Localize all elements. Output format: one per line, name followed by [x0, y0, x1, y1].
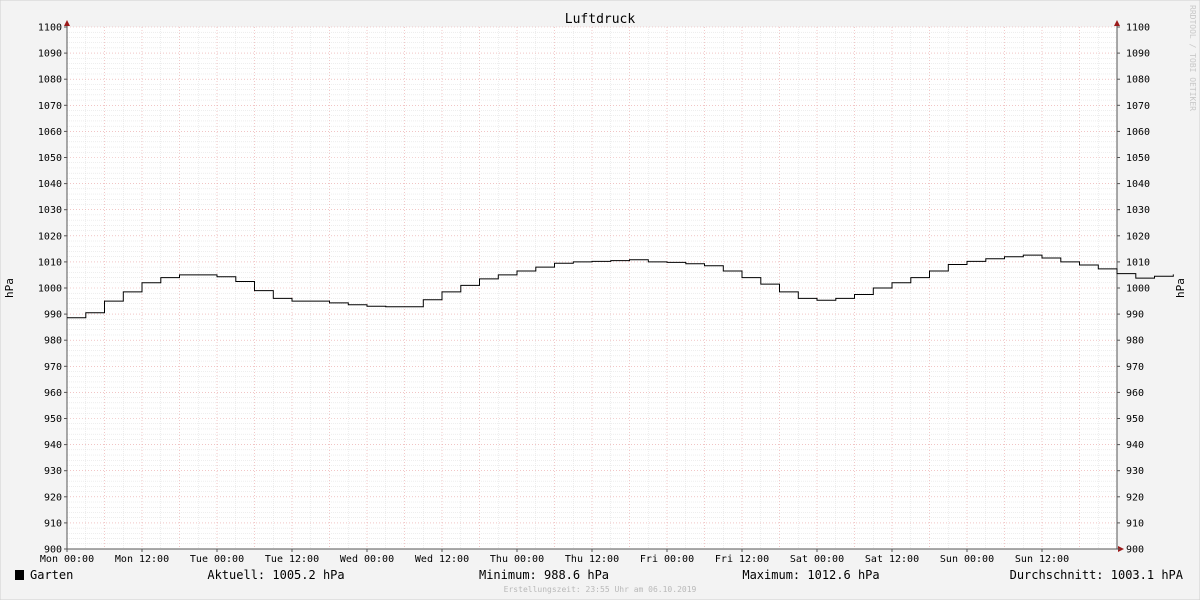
y-tick-label: 950	[1126, 414, 1144, 425]
y-tick-label: 1060	[1126, 127, 1150, 138]
y-tick-label: 1090	[38, 49, 62, 60]
x-tick-label: Sat 12:00	[865, 554, 919, 565]
x-tick-label: Sun 12:00	[1015, 554, 1069, 565]
x-tick-label: Sat 00:00	[790, 554, 844, 565]
y-tick-label: 1030	[38, 205, 62, 216]
legend-maximum: Maximum: 1012.6 hPa	[742, 568, 879, 582]
x-tick-label: Mon 12:00	[115, 554, 169, 565]
y-tick-label: 1090	[1126, 49, 1150, 60]
y-tick-label: 900	[1126, 545, 1144, 556]
y-tick-label: 930	[44, 466, 62, 477]
y-tick-label: 1070	[38, 101, 62, 112]
y-tick-label: 960	[1126, 388, 1144, 399]
x-tick-label: Mon 00:00	[40, 554, 94, 565]
y-tick-label: 1000	[1126, 284, 1150, 295]
x-tick-label: Thu 00:00	[490, 554, 544, 565]
y-tick-label: 910	[1126, 518, 1144, 529]
x-tick-label: Fri 00:00	[640, 554, 694, 565]
y-tick-label: 1000	[38, 284, 62, 295]
y-axis-label-left: hPa	[3, 278, 16, 298]
y-tick-label: 1100	[38, 23, 62, 34]
x-tick-label: Tue 00:00	[190, 554, 244, 565]
legend-series-name: Garten	[30, 568, 73, 582]
y-tick-label: 1050	[1126, 153, 1150, 164]
y-tick-label: 990	[44, 310, 62, 321]
y-tick-label: 940	[44, 440, 62, 451]
y-tick-label: 1040	[1126, 179, 1150, 190]
y-tick-label: 1010	[38, 257, 62, 268]
chart: 900 910 920 930 940 950 960 970 980 990 1000 1010 10…	[0, 0, 1200, 600]
y-tick-label: 960	[44, 388, 62, 399]
x-tick-label: Fri 12:00	[715, 554, 769, 565]
footer-timestamp: Erstellungszeit: 23:55 Uhr am 06.10.2019	[504, 585, 697, 594]
x-tick-label: Wed 00:00	[340, 554, 394, 565]
y-tick-label: 1020	[1126, 231, 1150, 242]
y-tick-label: 950	[44, 414, 62, 425]
y-tick-label: 1030	[1126, 205, 1150, 216]
watermark-side-text: RRDTOOL / TOBI OETIKER	[1188, 5, 1197, 111]
legend-current: Aktuell: 1005.2 hPa	[207, 568, 344, 582]
y-tick-label: 910	[44, 518, 62, 529]
y-tick-label: 970	[44, 362, 62, 373]
y-tick-label: 1100	[1126, 23, 1150, 34]
y-tick-label: 1080	[38, 75, 62, 86]
x-tick-label: Tue 12:00	[265, 554, 319, 565]
y-tick-label: 980	[44, 336, 62, 347]
y-tick-label: 1020	[38, 231, 62, 242]
y-tick-label: 920	[44, 492, 62, 503]
y-tick-label: 980	[1126, 336, 1144, 347]
y-tick-label: 990	[1126, 310, 1144, 321]
y-axis-label-right: hPa	[1174, 278, 1187, 298]
y-tick-label: 1040	[38, 179, 62, 190]
y-tick-label: 920	[1126, 492, 1144, 503]
y-tick-label: 1080	[1126, 75, 1150, 86]
x-tick-label: Wed 12:00	[415, 554, 469, 565]
y-tick-label: 1060	[38, 127, 62, 138]
legend-average: Durchschnitt: 1003.1 hPA	[1010, 568, 1184, 582]
y-tick-label: 970	[1126, 362, 1144, 373]
y-tick-label: 1050	[38, 153, 62, 164]
y-tick-label: 930	[1126, 466, 1144, 477]
legend-color-swatch	[15, 570, 24, 580]
y-tick-label: 1010	[1126, 257, 1150, 268]
y-tick-label: 940	[1126, 440, 1144, 451]
y-tick-label: 1070	[1126, 101, 1150, 112]
legend-minimum: Minimum: 988.6 hPa	[479, 568, 609, 582]
chart-title: Luftdruck	[565, 12, 636, 27]
x-tick-label: Thu 12:00	[565, 554, 619, 565]
x-tick-label: Sun 00:00	[940, 554, 994, 565]
